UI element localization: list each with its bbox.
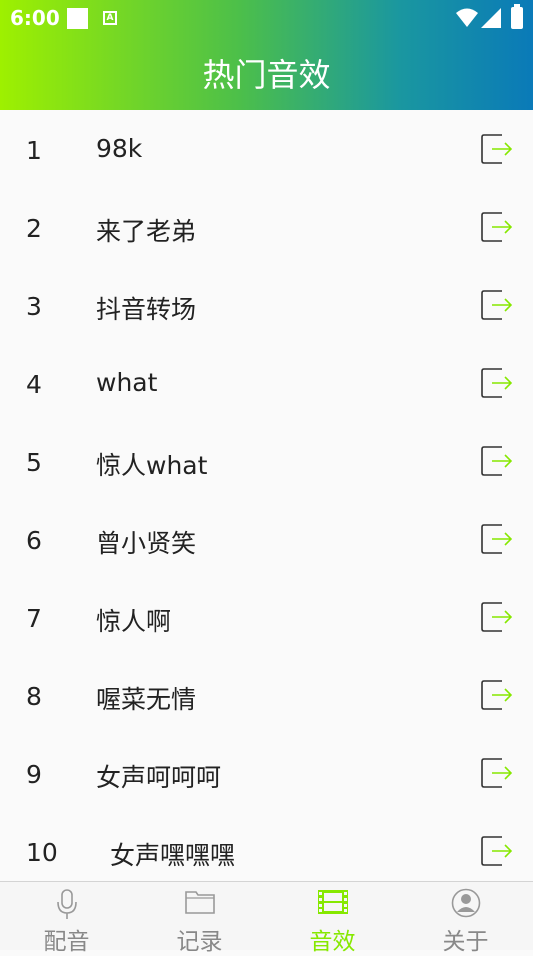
share-icon[interactable] <box>480 210 514 244</box>
list-item[interactable]: 10 女声嘿嘿嘿 <box>0 812 533 890</box>
notification-square-icon <box>67 8 88 29</box>
bottom-tab-bar: 配音 记录 音效 关于 <box>0 881 533 955</box>
film-icon <box>317 890 348 914</box>
folder-icon <box>184 891 215 914</box>
share-icon[interactable] <box>480 600 514 634</box>
list-item[interactable]: 5 惊人what <box>0 422 533 500</box>
app-header: 6:00 A 热门音效 <box>0 0 533 110</box>
list-item[interactable]: 7 惊人啊 <box>0 578 533 656</box>
list-item[interactable]: 8 喔菜无情 <box>0 656 533 734</box>
item-number: 4 <box>26 370 42 399</box>
item-name: 喔菜无情 <box>96 685 197 714</box>
share-icon[interactable] <box>480 132 514 166</box>
tab-label: 音效 <box>309 929 356 955</box>
cell-signal-icon <box>481 8 501 28</box>
tab-records[interactable]: 记录 <box>133 882 266 955</box>
item-name: 抖音转场 <box>96 295 197 324</box>
item-name: 来了老弟 <box>96 217 197 246</box>
person-icon <box>451 888 480 918</box>
tab-label: 配音 <box>43 929 90 955</box>
item-number: 8 <box>26 682 42 711</box>
item-name: 女声呵呵呵 <box>96 763 222 792</box>
item-number: 1 <box>26 136 42 165</box>
wifi-icon <box>456 8 478 27</box>
list-item[interactable]: 9 女声呵呵呵 <box>0 734 533 812</box>
status-bar: 6:00 A <box>0 0 533 36</box>
share-icon[interactable] <box>480 834 514 868</box>
item-name: 惊人啊 <box>96 607 172 636</box>
status-time: 6:00 <box>10 6 60 30</box>
share-icon[interactable] <box>480 678 514 712</box>
item-name: 女声嘿嘿嘿 <box>110 841 236 870</box>
microphone-icon <box>56 889 77 919</box>
item-name: 惊人what <box>96 451 208 480</box>
item-number: 9 <box>26 760 42 789</box>
list-item[interactable]: 1 98k <box>0 110 533 188</box>
share-icon[interactable] <box>480 756 514 790</box>
page-title: 热门音效 <box>202 56 331 94</box>
item-number: 3 <box>26 292 42 321</box>
item-number: 2 <box>26 214 42 243</box>
tab-about[interactable]: 关于 <box>399 882 532 955</box>
item-number: 10 <box>26 838 58 867</box>
tab-label: 记录 <box>176 929 223 955</box>
tab-label: 关于 <box>442 929 489 955</box>
item-number: 7 <box>26 604 42 633</box>
share-icon[interactable] <box>480 444 514 478</box>
share-icon[interactable] <box>480 366 514 400</box>
item-name: 曾小贤笑 <box>96 529 197 558</box>
share-icon[interactable] <box>480 522 514 556</box>
tab-sound-effects[interactable]: 音效 <box>266 882 399 955</box>
share-icon[interactable] <box>480 288 514 322</box>
notification-a-icon: A <box>103 11 117 25</box>
list-item[interactable]: 6 曾小贤笑 <box>0 500 533 578</box>
item-name: what <box>96 368 158 397</box>
item-number: 6 <box>26 526 42 555</box>
item-name: 98k <box>96 134 143 163</box>
battery-icon <box>511 4 523 29</box>
list-item[interactable]: 4 what <box>0 344 533 422</box>
item-number: 5 <box>26 448 42 477</box>
list-item[interactable]: 2 来了老弟 <box>0 188 533 266</box>
list-item[interactable]: 3 抖音转场 <box>0 266 533 344</box>
tab-dubbing[interactable]: 配音 <box>0 882 133 955</box>
